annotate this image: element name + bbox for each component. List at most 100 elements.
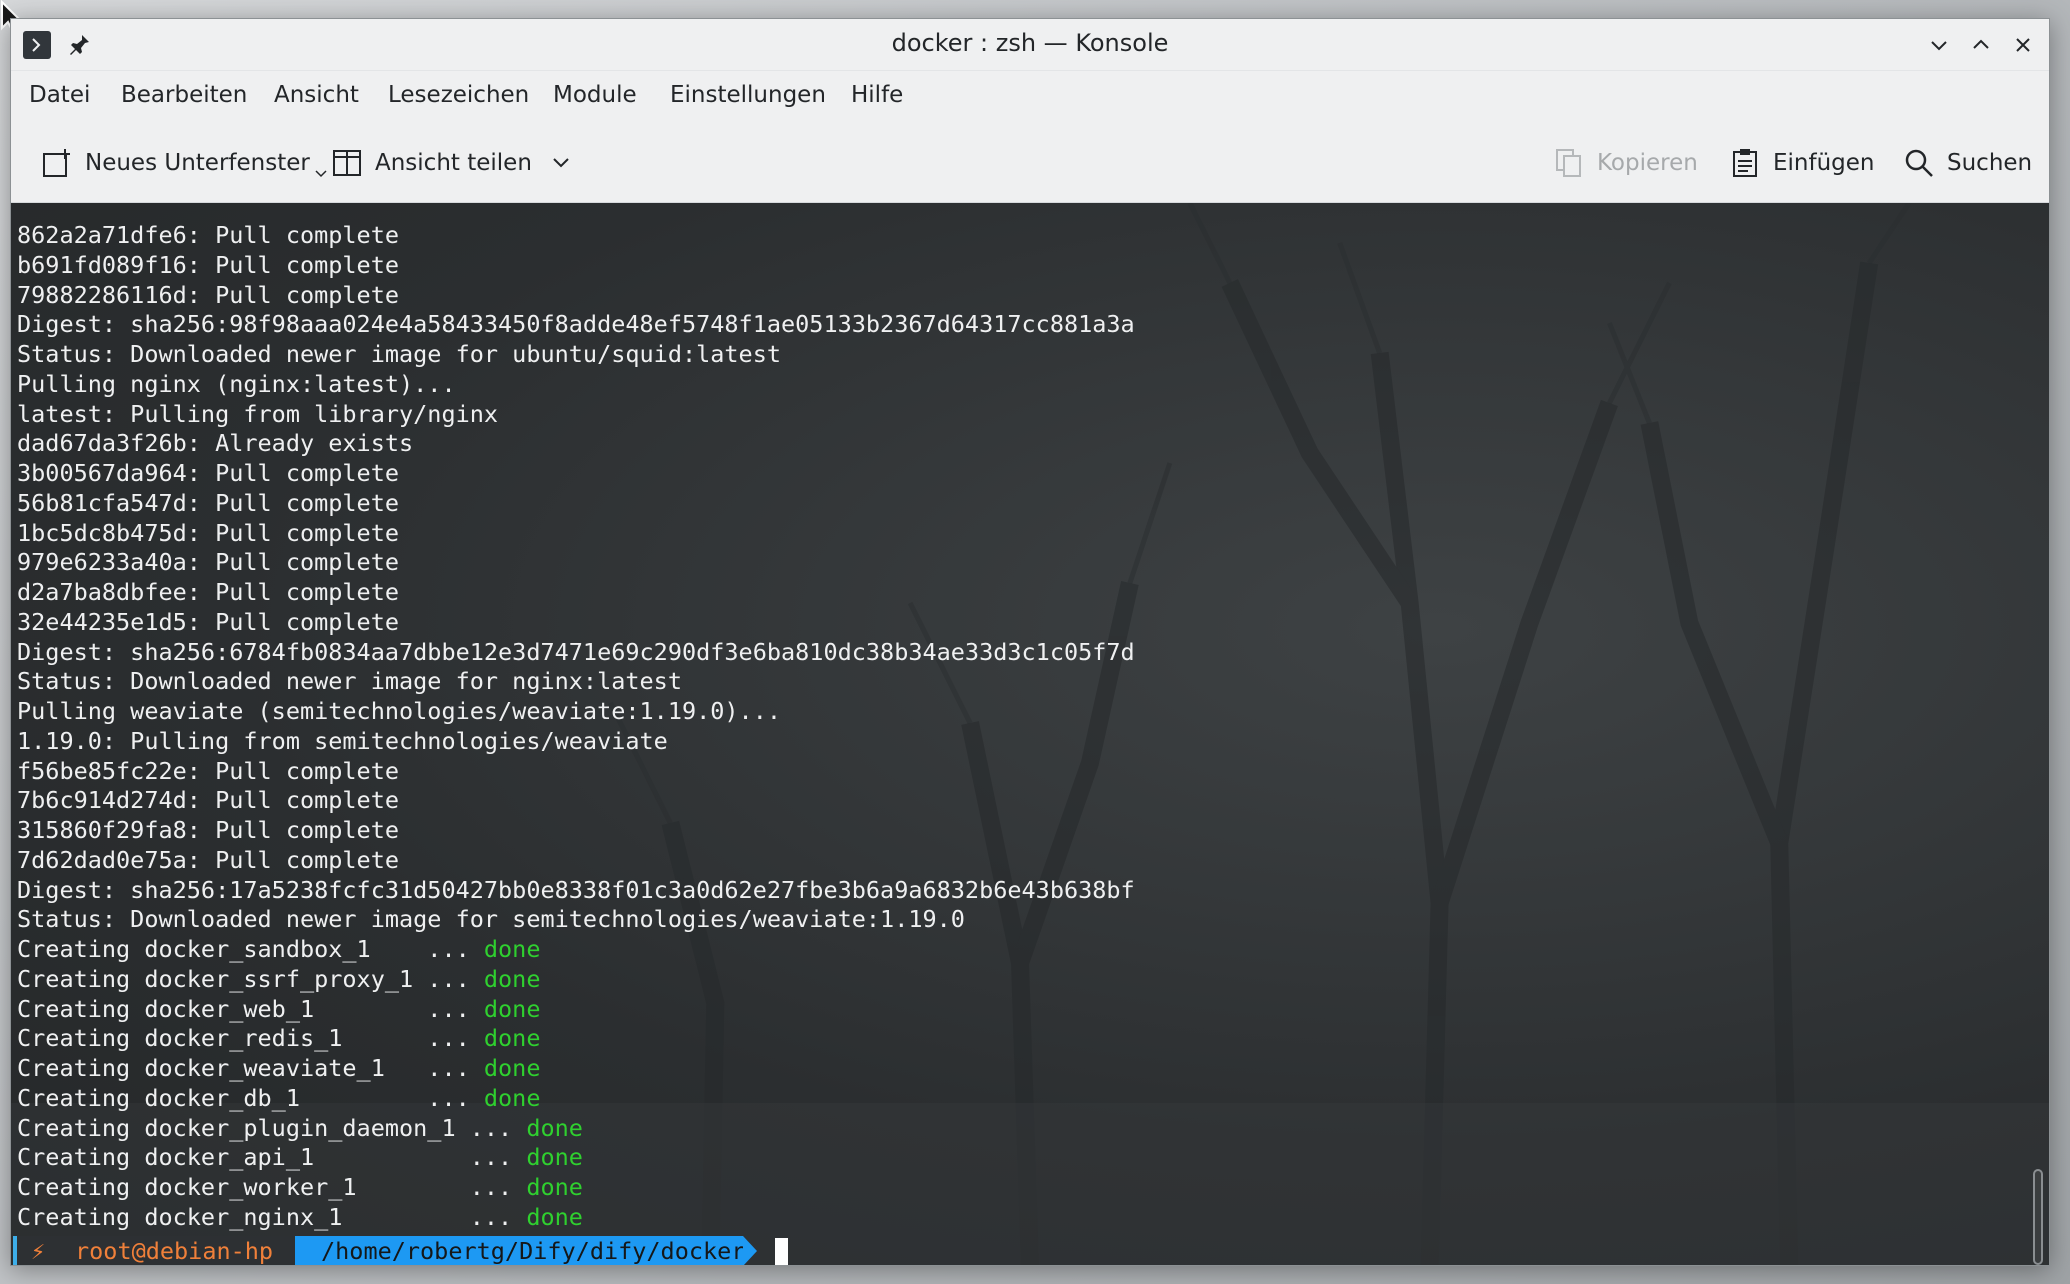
- menu-bar: Datei Bearbeiten Ansicht Lesezeichen Mod…: [11, 71, 2049, 125]
- prompt-path: /home/robertg/Dify/dify/docker: [321, 1237, 746, 1265]
- copy-label: Kopieren: [1597, 150, 1698, 176]
- terminal-line-text: dad67da3f26b: Already exists: [17, 429, 414, 458]
- terminal-line: Creating docker_worker_1 ... done: [17, 1173, 1135, 1203]
- terminal-scrollbar[interactable]: [2033, 1169, 2043, 1265]
- menu-module[interactable]: Module: [553, 82, 637, 108]
- terminal-line-text: Digest: sha256:6784fb0834aa7dbbe12e3d747…: [17, 637, 1135, 666]
- terminal-line-text: 7b6c914d274d: Pull complete: [17, 786, 400, 815]
- dropdown-arrow-icon[interactable]: [314, 167, 328, 181]
- terminal-line: Creating docker_db_1 ... done: [17, 1084, 1135, 1114]
- terminal-line-text: Status: Downloaded newer image for ubunt…: [17, 340, 782, 368]
- menu-ansicht[interactable]: Ansicht: [274, 82, 359, 108]
- terminal-line: 862a2a71dfe6: Pull complete: [17, 221, 1135, 251]
- paste-button[interactable]: Einfügen: [1729, 141, 1875, 185]
- text-cursor: [775, 1238, 788, 1265]
- menu-bearbeiten[interactable]: Bearbeiten: [121, 82, 247, 108]
- terminal-line-text: 56b81cfa547d: Pull complete: [17, 488, 400, 517]
- terminal-line-text: Creating docker_web_1 ...: [17, 994, 484, 1023]
- terminal-line: d2a7ba8dbfee: Pull complete: [17, 578, 1135, 608]
- status-done-text: done: [526, 1202, 583, 1231]
- copy-icon: [1556, 149, 1581, 177]
- terminal-line: Creating docker_nginx_1 ... done: [17, 1203, 1135, 1233]
- status-done-text: done: [526, 1173, 583, 1201]
- chevron-down-icon[interactable]: [550, 152, 572, 174]
- prompt-path-segment: /home/robertg/Dify/dify/docker: [295, 1236, 746, 1265]
- terminal-output: 862a2a71dfe6: Pull complete b691fd089f16:…: [17, 221, 1135, 1233]
- prompt-user-segment: ⚡ root@debian-hp: [13, 1236, 289, 1265]
- terminal-line-text: 315860f29fa8: Pull complete: [17, 816, 400, 844]
- terminal-line-text: Digest: sha256:98f98aaa024e4a58433450f8a…: [17, 310, 1135, 339]
- find-label: Suchen: [1947, 150, 2033, 176]
- terminal-line-text: b691fd089f16: Pull complete: [17, 250, 400, 279]
- status-done-text: done: [526, 1113, 583, 1142]
- terminal-line-text: Creating docker_plugin_daemon_1 ...: [17, 1113, 527, 1142]
- terminal-line-text: 979e6233a40a: Pull complete: [17, 548, 400, 577]
- terminal-line-text: Creating docker_weaviate_1 ...: [17, 1054, 484, 1082]
- split-view-button[interactable]: Ansicht teilen: [331, 141, 572, 185]
- terminal-line-text: 862a2a71dfe6: Pull complete: [17, 221, 400, 249]
- status-done-text: done: [526, 1143, 583, 1172]
- copy-button[interactable]: Kopieren: [1553, 141, 1698, 185]
- terminal-line-text: Creating docker_db_1 ...: [17, 1083, 484, 1112]
- terminal-line-text: Creating docker_redis_1 ...: [17, 1024, 484, 1053]
- terminal-line: 315860f29fa8: Pull complete: [17, 816, 1135, 846]
- terminal-line-text: latest: Pulling from library/nginx: [17, 399, 499, 428]
- terminal-line: 3b00567da964: Pull complete: [17, 459, 1135, 489]
- chevron-up-icon: [1973, 39, 1989, 49]
- terminal-line: Creating docker_api_1 ... done: [17, 1143, 1135, 1173]
- window-title: docker : zsh — Konsole: [891, 29, 1169, 57]
- terminal-line-text: Pulling weaviate (semitechnologies/weavi…: [17, 697, 782, 725]
- new-tab-icon: [43, 149, 70, 177]
- terminal-line-text: f56be85fc22e: Pull complete: [17, 756, 400, 785]
- terminal-line: 1bc5dc8b475d: Pull complete: [17, 519, 1135, 549]
- status-done-text: done: [483, 935, 541, 963]
- maximize-button[interactable]: [1967, 31, 1995, 59]
- terminal-line: 7d62dad0e75a: Pull complete: [17, 846, 1135, 876]
- terminal-line: 56b81cfa547d: Pull complete: [17, 489, 1135, 519]
- prompt-end-arrow: [743, 1236, 757, 1265]
- title-bar[interactable]: docker : zsh — Konsole: [11, 19, 2049, 71]
- konsole-window: docker : zsh — Konsole Datei Bearbeiten …: [10, 18, 2050, 1266]
- menu-datei[interactable]: Datei: [29, 82, 90, 108]
- status-done-text: done: [483, 1083, 541, 1112]
- close-button[interactable]: [2009, 31, 2037, 59]
- terminal-view[interactable]: 862a2a71dfe6: Pull complete b691fd089f16:…: [11, 203, 2049, 1265]
- menu-einstellungen[interactable]: Einstellungen: [670, 82, 826, 108]
- terminal-line-text: 7d62dad0e75a: Pull complete: [17, 845, 400, 874]
- terminal-line: 1.19.0: Pulling from semitechnologies/we…: [17, 727, 1135, 757]
- terminal-line: 32e44235e1d5: Pull complete: [17, 608, 1135, 638]
- menu-hilfe[interactable]: Hilfe: [851, 82, 903, 108]
- terminal-line: Creating docker_web_1 ... done: [17, 995, 1135, 1025]
- shell-prompt[interactable]: ⚡ root@debian-hp /home/robertg/Dify/dify…: [13, 1236, 813, 1265]
- new-tab-label: Neues Unterfenster: [85, 150, 310, 176]
- terminal-line: 79882286116d: Pull complete: [17, 281, 1135, 311]
- find-button[interactable]: Suchen: [1903, 141, 2032, 185]
- new-tab-button[interactable]: Neues Unterfenster: [41, 141, 328, 185]
- terminal-line-text: 3b00567da964: Pull complete: [17, 459, 400, 487]
- minimize-button[interactable]: [1925, 31, 1953, 59]
- terminal-line: f56be85fc22e: Pull complete: [17, 757, 1135, 787]
- chevron-down-icon: [1931, 41, 1947, 51]
- lightning-icon: ⚡: [31, 1237, 46, 1265]
- prompt-user-host: root@debian-hp: [75, 1237, 274, 1265]
- terminal-line-text: Pulling nginx (nginx:latest)...: [17, 369, 456, 398]
- terminal-line: Digest: sha256:98f98aaa024e4a58433450f8a…: [17, 310, 1135, 340]
- terminal-line: b691fd089f16: Pull complete: [17, 251, 1135, 281]
- toolbar: Neues Unterfenster Ansicht teilen Kopier…: [11, 125, 2049, 203]
- status-done-text: done: [483, 964, 541, 993]
- split-view-icon: [333, 150, 361, 176]
- terminal-line-text: Status: Downloaded newer image for nginx…: [17, 667, 682, 696]
- terminal-line: 979e6233a40a: Pull complete: [17, 548, 1135, 578]
- status-done-text: done: [483, 1054, 541, 1082]
- menu-lesezeichen[interactable]: Lesezeichen: [388, 82, 529, 108]
- terminal-line-text: Creating docker_nginx_1 ...: [17, 1202, 527, 1231]
- prompt-left-bar: [13, 1236, 17, 1265]
- terminal-line: Status: Downloaded newer image for ubunt…: [17, 340, 1135, 370]
- terminal-line-text: Creating docker_api_1 ...: [17, 1143, 527, 1172]
- terminal-line: dad67da3f26b: Already exists: [17, 429, 1135, 459]
- terminal-line: Pulling nginx (nginx:latest)...: [17, 370, 1135, 400]
- terminal-line-text: Creating docker_worker_1 ...: [17, 1173, 527, 1201]
- terminal-line-text: Creating docker_sandbox_1 ...: [17, 935, 484, 963]
- terminal-line-text: 79882286116d: Pull complete: [17, 280, 400, 309]
- search-icon: [1905, 149, 1933, 177]
